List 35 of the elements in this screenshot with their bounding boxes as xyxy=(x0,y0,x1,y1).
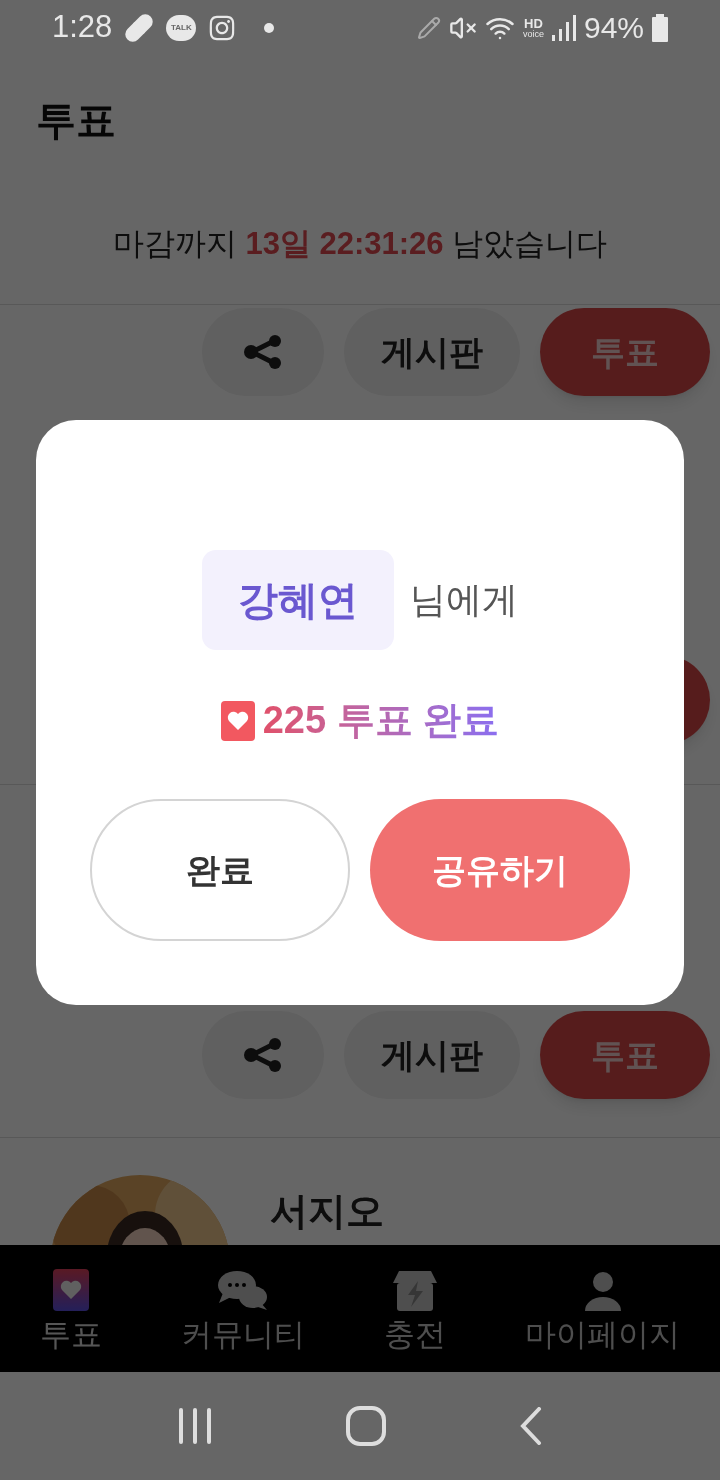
countdown-label: 마감까지 xyxy=(113,225,238,264)
pill-icon xyxy=(124,12,155,43)
pencil-icon xyxy=(416,15,441,40)
voice-label: voice xyxy=(522,29,544,39)
countdown-suffix: 남았습니다 xyxy=(451,225,607,264)
board-button[interactable]: 게시판 xyxy=(344,308,520,396)
share-icon xyxy=(242,334,284,370)
battery-percent: 94% xyxy=(583,10,644,46)
heart-card-icon xyxy=(220,700,255,741)
signal-icon xyxy=(551,14,576,41)
share-button[interactable]: 공유하기 xyxy=(370,799,630,941)
instagram-icon xyxy=(208,13,237,42)
board-button[interactable]: 게시판 xyxy=(344,1011,520,1099)
hd-label: HD xyxy=(524,16,543,30)
done-button[interactable]: 완료 xyxy=(90,799,350,941)
battery-icon xyxy=(652,13,668,42)
share-icon xyxy=(242,1037,284,1073)
clock: 1:28 xyxy=(52,8,113,47)
candidate-name: 서지오 xyxy=(270,1189,384,1234)
nav-tab[interactable]: 마이페이지 xyxy=(525,1267,681,1350)
nav-tab[interactable]: 충전 xyxy=(384,1267,447,1350)
candidate-name: 강혜연 xyxy=(202,550,394,650)
talk-icon: TALK xyxy=(166,14,197,41)
recent-apps-icon[interactable] xyxy=(176,1408,213,1444)
nav-tab[interactable]: 커뮤니티 xyxy=(180,1267,305,1350)
page-title: 투표 xyxy=(36,97,116,144)
countdown-time: 13일 22:31:26 xyxy=(245,225,444,264)
store-bolt-icon xyxy=(393,1269,438,1311)
chat-bubbles-icon xyxy=(216,1269,269,1311)
nav-tab[interactable]: 투표 xyxy=(39,1267,102,1350)
back-icon[interactable] xyxy=(519,1407,544,1445)
heart-card-icon xyxy=(52,1269,89,1311)
recipient-suffix: 님에게 xyxy=(410,578,518,622)
home-icon[interactable] xyxy=(346,1406,386,1446)
user-icon xyxy=(582,1271,623,1311)
